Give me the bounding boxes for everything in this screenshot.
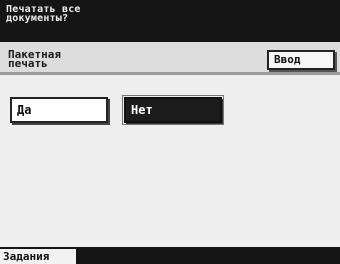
jobs-tab[interactable]: Задания [0, 249, 76, 264]
prompt-header: Печатать все документы? [0, 0, 340, 42]
footer-bar: Задания [0, 247, 340, 264]
no-button[interactable]: Нет [122, 95, 224, 125]
choice-area: Да Нет [0, 75, 340, 247]
prompt-question: Печатать все документы? [6, 4, 81, 24]
mode-label: Пакетная печать [8, 48, 61, 70]
enter-button[interactable]: Ввод [267, 50, 335, 70]
printer-panel-screen: Печатать все документы? Пакетная печать … [0, 0, 340, 264]
yes-button[interactable]: Да [10, 97, 108, 123]
